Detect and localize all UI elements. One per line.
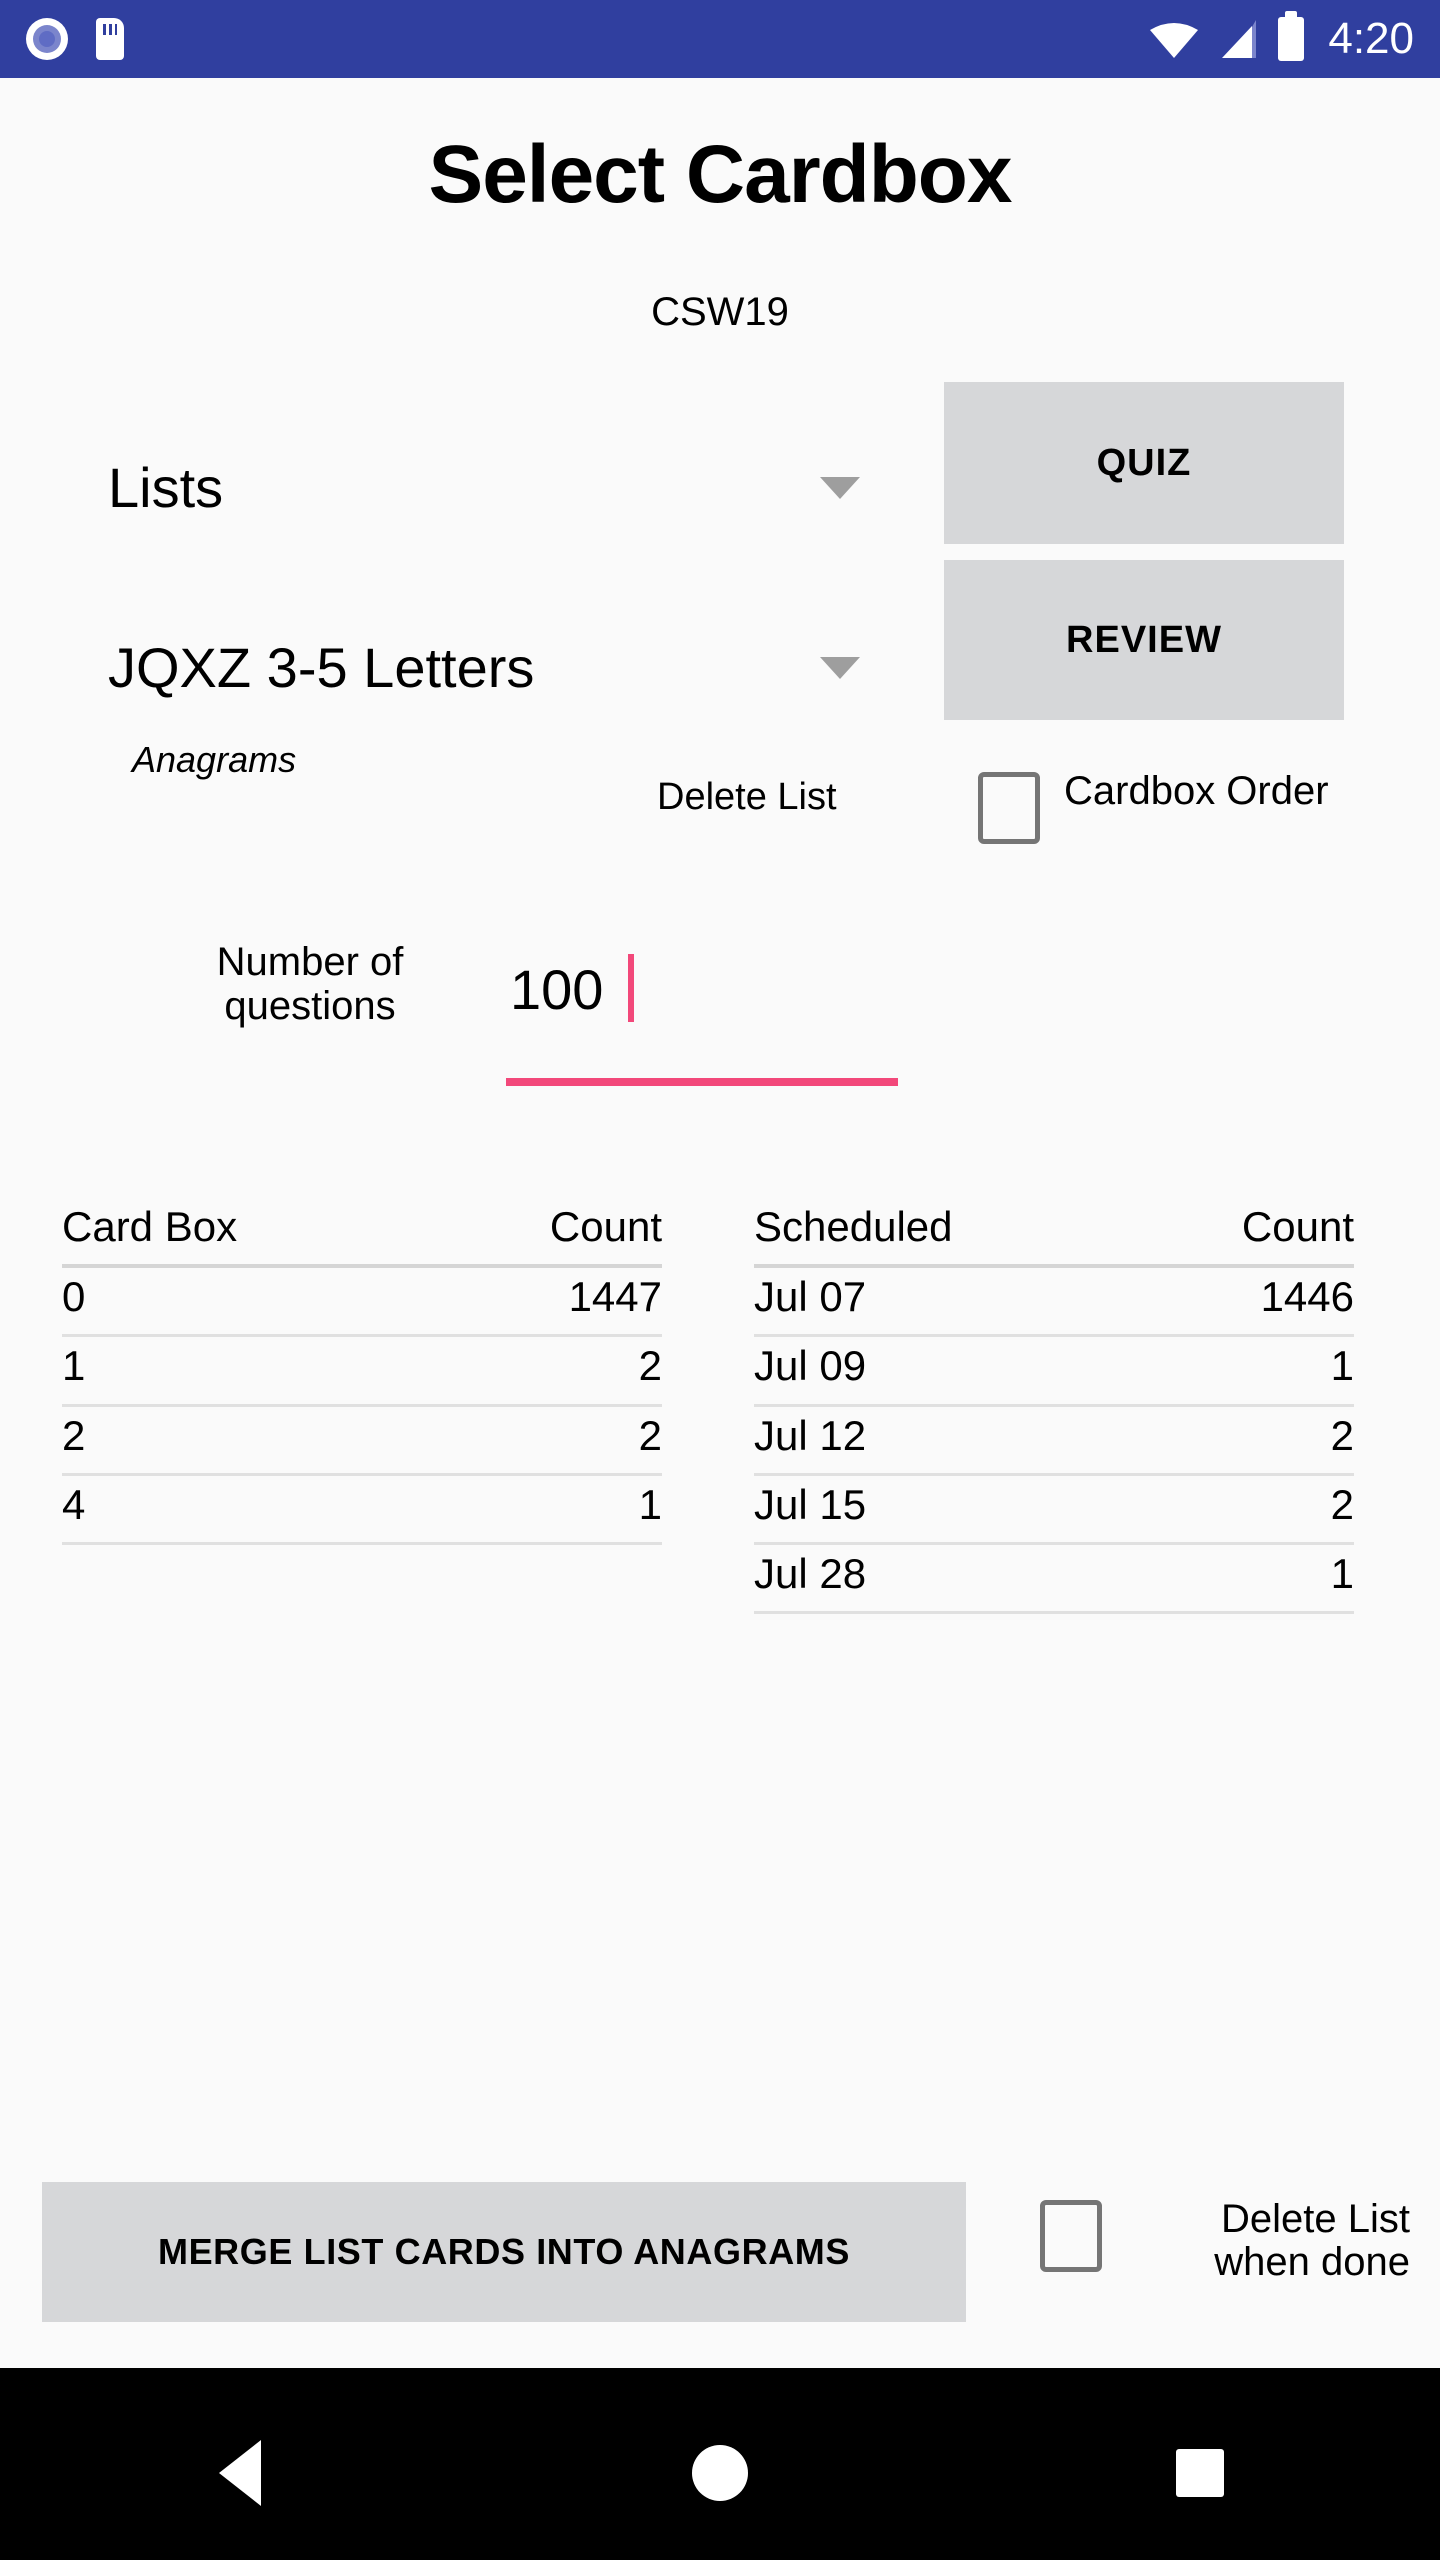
list-name-spinner-value: JQXZ 3-5 Letters [108, 636, 535, 699]
cell-count: 1 [427, 1474, 662, 1545]
table-row: 4 1 [62, 1474, 662, 1545]
cardbox-order-checkbox-row[interactable]: Cardbox Order [978, 769, 1398, 844]
cell-scheduled-date: Jul 12 [754, 1405, 1138, 1476]
chevron-down-icon [820, 657, 860, 679]
cell-count: 1 [1137, 1543, 1354, 1615]
lists-type-spinner[interactable]: Lists [108, 440, 908, 536]
status-bar-right-icons: 4:20 [1150, 11, 1414, 63]
review-button[interactable]: REVIEW [944, 560, 1344, 720]
number-of-questions-input[interactable]: 100 [506, 948, 898, 1086]
input-underline [506, 1078, 898, 1086]
nav-home-button[interactable] [480, 2368, 960, 2560]
table-row: Jul 28 1 [754, 1543, 1354, 1615]
cardbox-order-label: Cardbox Order [1064, 769, 1329, 813]
sd-card-icon [96, 18, 124, 60]
android-navigation-bar [0, 2368, 1440, 2560]
screen-record-icon [26, 18, 68, 60]
cell-count: 1446 [1137, 1266, 1354, 1338]
battery-icon [1278, 11, 1305, 61]
list-name-spinner[interactable]: JQXZ 3-5 Letters [108, 620, 908, 716]
number-of-questions-value: 100 [510, 958, 604, 1021]
anagrams-label: Anagrams [132, 739, 297, 780]
column-header-scheduled: Scheduled [754, 1198, 1138, 1269]
status-bar-clock: 4:20 [1328, 14, 1414, 63]
quiz-button[interactable]: QUIZ [944, 382, 1344, 544]
table-row: Jul 12 2 [754, 1405, 1354, 1476]
cell-count: 2 [1137, 1405, 1354, 1476]
cell-card-box: 0 [62, 1266, 428, 1338]
table-row: Jul 09 1 [754, 1335, 1354, 1407]
table-row: Jul 07 1446 [754, 1266, 1354, 1338]
nav-back-button[interactable] [0, 2368, 480, 2560]
app-root: 4:20 Select Cardbox CSW19 Lists JQXZ 3-5… [0, 0, 1440, 2560]
delete-list-when-done-label: Delete List when done [1214, 2197, 1410, 2285]
table-header-row: Card Box Count [62, 1198, 662, 1269]
wifi-icon [1150, 20, 1199, 58]
cell-scheduled-date: Jul 09 [754, 1335, 1138, 1407]
cardbox-order-checkbox[interactable] [978, 772, 1040, 844]
cell-scheduled-date: Jul 28 [754, 1543, 1138, 1615]
table-header-row: Scheduled Count [754, 1198, 1354, 1269]
status-bar: 4:20 [0, 0, 1440, 78]
cell-count: 2 [427, 1335, 662, 1407]
scheduled-counts-table: Scheduled Count Jul 07 1446 Jul 09 1 Jul… [754, 1198, 1354, 1615]
number-of-questions-label: Number of questions [216, 940, 404, 1028]
chevron-down-icon [820, 477, 860, 499]
delete-list-when-done-checkbox-row[interactable]: Delete List when done [1040, 2197, 1410, 2285]
nav-recents-button[interactable] [960, 2368, 1440, 2560]
signal-icon [1216, 20, 1260, 58]
cell-card-box: 1 [62, 1335, 428, 1407]
delete-list-button[interactable]: Delete List [657, 778, 837, 816]
status-bar-left-icons [26, 18, 124, 60]
lists-type-spinner-value: Lists [108, 456, 224, 519]
recents-icon [1176, 2449, 1224, 2497]
cell-count: 2 [1137, 1474, 1354, 1545]
cardbox-counts-table: Card Box Count 0 1447 1 2 2 2 4 1 [62, 1198, 662, 1545]
table-row: 1 2 [62, 1335, 662, 1407]
column-header-count: Count [427, 1198, 662, 1269]
table-row: 2 2 [62, 1405, 662, 1476]
home-icon [692, 2445, 748, 2501]
cell-count: 2 [427, 1405, 662, 1476]
column-header-count: Count [1137, 1198, 1354, 1269]
merge-list-cards-into-anagrams-button[interactable]: MERGE LIST CARDS INTO ANAGRAMS [42, 2182, 966, 2322]
page-title: Select Cardbox [428, 129, 1013, 220]
cell-count: 1447 [427, 1266, 662, 1338]
cell-count: 1 [1137, 1335, 1354, 1407]
table-row: 0 1447 [62, 1266, 662, 1338]
cell-scheduled-date: Jul 15 [754, 1474, 1138, 1545]
column-header-card-box: Card Box [62, 1198, 428, 1269]
text-cursor [628, 954, 634, 1022]
cell-scheduled-date: Jul 07 [754, 1266, 1138, 1338]
page-subtitle-lexicon: CSW19 [651, 290, 789, 334]
delete-list-when-done-checkbox[interactable] [1040, 2200, 1102, 2272]
back-icon [219, 2440, 261, 2506]
table-row: Jul 15 2 [754, 1474, 1354, 1545]
cell-card-box: 4 [62, 1474, 428, 1545]
cell-card-box: 2 [62, 1405, 428, 1476]
